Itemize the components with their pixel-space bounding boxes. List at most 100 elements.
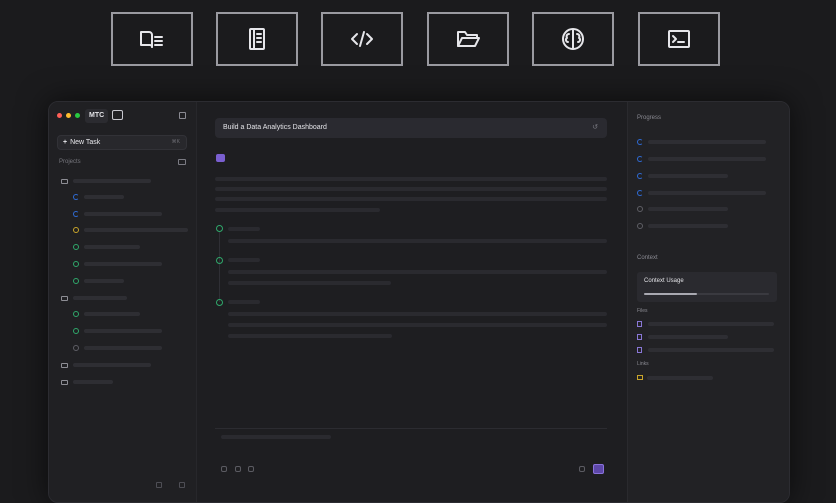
file-icon [637, 334, 642, 340]
check-icon [73, 328, 79, 334]
step-title-placeholder [228, 300, 260, 304]
brain-icon [562, 28, 584, 50]
code-tile[interactable] [321, 12, 403, 66]
notebook-tile[interactable] [216, 12, 298, 66]
project-name-placeholder [73, 380, 113, 384]
folder-icon [61, 178, 68, 184]
book-tile[interactable] [111, 12, 193, 66]
pending-icon [73, 345, 79, 351]
progress-text-placeholder [648, 157, 766, 161]
progress-text-placeholder [648, 207, 728, 211]
text-line-placeholder [228, 239, 607, 243]
task-item[interactable] [73, 243, 140, 251]
undo-icon[interactable]: ↺ [592, 124, 598, 131]
task-title-bar[interactable]: Build a Data Analytics Dashboard ↺ [215, 118, 607, 138]
task-name-placeholder [84, 245, 140, 249]
sidebar: MTC + New Task ⌘K Projects [49, 102, 197, 502]
window-controls [57, 113, 80, 118]
brain-tile[interactable] [532, 12, 614, 66]
task-name-placeholder [84, 312, 140, 316]
add-project-icon[interactable] [178, 159, 186, 165]
in-progress-icon [637, 173, 643, 179]
org-window-icon[interactable] [112, 110, 123, 120]
progress-item [637, 155, 766, 163]
in-progress-icon [637, 156, 643, 162]
message-input[interactable] [215, 428, 607, 473]
text-line-placeholder [228, 281, 391, 285]
folder-icon [61, 379, 68, 385]
file-name-placeholder[interactable] [648, 335, 728, 339]
project-name-placeholder [73, 296, 127, 300]
project-folder[interactable] [61, 361, 151, 369]
pending-icon [637, 206, 643, 212]
text-line-placeholder [228, 312, 607, 316]
step-connector [219, 232, 220, 302]
task-item[interactable] [73, 277, 124, 285]
settings-icon[interactable] [156, 482, 162, 488]
context-heading: Context [637, 255, 658, 261]
attach-icon[interactable] [221, 466, 227, 472]
task-item[interactable] [73, 344, 162, 352]
progress-text-placeholder [648, 224, 728, 228]
input-placeholder-line [221, 435, 331, 439]
pending-icon [637, 223, 643, 229]
task-name-placeholder [84, 346, 162, 350]
help-icon[interactable] [179, 482, 185, 488]
check-icon [73, 278, 79, 284]
task-item[interactable] [73, 310, 140, 318]
folder-tile[interactable] [427, 12, 509, 66]
step-title-placeholder [228, 227, 260, 231]
task-name-placeholder [84, 329, 162, 333]
link-name-placeholder[interactable] [647, 376, 713, 380]
file-name-placeholder[interactable] [648, 348, 774, 352]
task-name-placeholder [84, 279, 124, 283]
sidebar-collapse-icon[interactable] [179, 112, 186, 119]
step-check-icon [216, 257, 223, 264]
minimize-dot[interactable] [66, 113, 71, 118]
assistant-avatar-icon [216, 154, 225, 162]
task-name-placeholder [84, 212, 162, 216]
send-button[interactable] [593, 464, 604, 474]
file-icon [637, 347, 642, 353]
project-folder[interactable] [61, 378, 113, 386]
progress-item [637, 189, 766, 197]
notebook-icon [249, 28, 265, 50]
project-folder[interactable] [61, 177, 151, 185]
terminal-icon [668, 30, 690, 48]
progress-item [637, 172, 728, 180]
terminal-tile[interactable] [638, 12, 720, 66]
app-window: MTC + New Task ⌘K Projects Build a Data … [48, 101, 790, 503]
mention-icon[interactable] [248, 466, 254, 472]
task-item[interactable] [73, 193, 124, 201]
close-dot[interactable] [57, 113, 62, 118]
step-check-icon [216, 299, 223, 306]
text-line-placeholder [215, 197, 607, 201]
book-icon [140, 31, 163, 48]
context-usage-title: Context Usage [644, 278, 684, 284]
task-item[interactable] [73, 260, 162, 268]
task-name-placeholder [84, 195, 124, 199]
progress-text-placeholder [648, 140, 766, 144]
code-icon [351, 31, 373, 47]
task-item[interactable] [73, 327, 162, 335]
project-folder[interactable] [61, 294, 127, 302]
file-name-placeholder[interactable] [648, 322, 774, 326]
org-switcher[interactable]: MTC [85, 109, 109, 123]
links-heading: Links [637, 361, 649, 367]
progress-text-placeholder [648, 191, 766, 195]
task-item[interactable] [73, 226, 188, 234]
check-icon [73, 311, 79, 317]
file-icon [637, 321, 642, 327]
in-progress-icon [73, 211, 79, 217]
progress-item [637, 205, 728, 213]
text-line-placeholder [228, 323, 607, 327]
zoom-dot[interactable] [75, 113, 80, 118]
text-line-placeholder [215, 208, 380, 212]
image-icon[interactable] [235, 466, 241, 472]
right-panel: Progress Context Context Usage Files Lin… [627, 102, 789, 502]
new-task-button[interactable]: + New Task ⌘K [57, 135, 187, 150]
mic-icon[interactable] [579, 466, 585, 472]
task-item[interactable] [73, 210, 162, 218]
main-panel: Build a Data Analytics Dashboard ↺ [197, 102, 627, 502]
new-task-label: New Task [70, 139, 101, 146]
